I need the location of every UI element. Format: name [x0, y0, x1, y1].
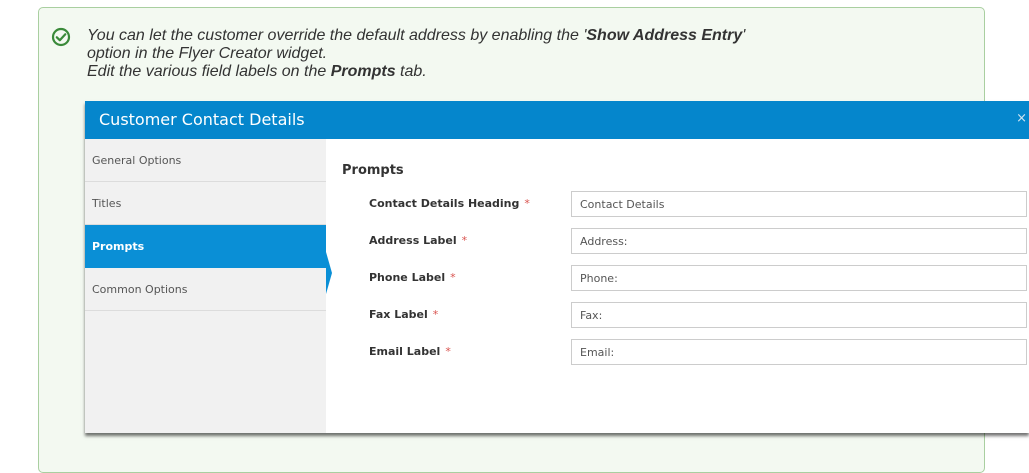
contact-details-heading-label: Contact Details Heading *	[369, 197, 530, 210]
required-marker: *	[445, 345, 451, 358]
active-tab-arrow	[326, 252, 332, 294]
fax-label-input[interactable]	[571, 302, 1027, 328]
email-label-label: Email Label *	[369, 345, 451, 358]
tip-line-2: option in the Flyer Creator widget.	[87, 45, 328, 62]
tip-line-1: You can let the customer override the de…	[87, 27, 746, 44]
dialog-title: Customer Contact Details	[99, 110, 305, 129]
address-label-input[interactable]	[571, 228, 1027, 254]
address-label-label: Address Label *	[369, 234, 468, 247]
email-label-input[interactable]	[571, 339, 1027, 365]
sidebar-item-general-options[interactable]: General Options	[85, 139, 326, 182]
sidebar-item-prompts[interactable]: Prompts	[85, 225, 326, 268]
contact-details-heading-input[interactable]	[571, 191, 1027, 217]
dialog-header: Customer Contact Details ×	[85, 101, 1029, 139]
sidebar-item-common-options[interactable]: Common Options	[85, 268, 326, 311]
required-marker: *	[450, 271, 456, 284]
check-circle-icon	[51, 27, 71, 47]
tip-bold-prompts: Prompts	[330, 63, 396, 80]
section-title: Prompts	[342, 163, 404, 178]
required-marker: *	[461, 234, 468, 247]
tip-text: You can let the customer override the de…	[87, 27, 937, 81]
tip-bold-show-address-entry: Show Address Entry	[586, 27, 743, 44]
sidebar-item-titles[interactable]: Titles	[85, 182, 326, 225]
required-marker: *	[524, 197, 530, 210]
fax-label-label: Fax Label *	[369, 308, 439, 321]
tip-line-3: Edit the various field labels on the Pro…	[87, 63, 427, 80]
dialog-sidebar: General Options Titles Prompts Common Op…	[85, 139, 326, 433]
phone-label-label: Phone Label *	[369, 271, 456, 284]
phone-label-input[interactable]	[571, 265, 1027, 291]
close-icon[interactable]: ×	[1016, 111, 1027, 127]
customer-contact-details-dialog: Customer Contact Details × General Optio…	[85, 101, 1029, 433]
required-marker: *	[432, 308, 439, 321]
